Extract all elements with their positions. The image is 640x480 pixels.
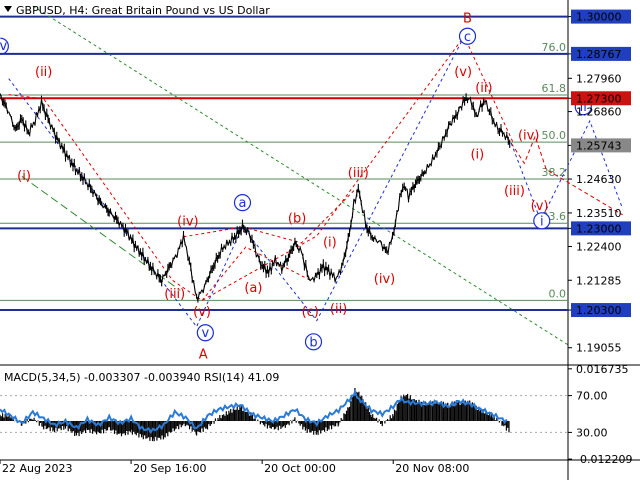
wave-label-21: (iv): [518, 129, 539, 144]
wave-label-18: (v): [454, 65, 472, 80]
y-tick-label-12: 1.19055: [576, 342, 622, 355]
y-tick-label-1: 1.28767: [576, 48, 622, 61]
y-tick-label-7: 1.23510: [576, 207, 622, 220]
wave-label-20: (i): [470, 148, 484, 163]
fib-level-label-5: 0.0: [549, 287, 567, 300]
x-tick-label-2: 20 Oct 00:00: [264, 462, 336, 475]
wave-label-17: c: [464, 30, 471, 45]
y-tick-label-8: 1.23000: [576, 222, 622, 235]
wave-label-10: (c): [302, 305, 319, 320]
ind-tick-label-2: 30.00: [576, 426, 608, 439]
x-tick-label-3: 20 Nov 08:00: [395, 462, 469, 475]
y-tick-label-6: 1.24630: [576, 173, 622, 186]
chart-title: GBPUSD, H4: Great Britain Pound vs US Do…: [16, 4, 270, 17]
y-tick-label-3: 1.27300: [576, 92, 622, 105]
y-tick-label-2: 1.27960: [576, 72, 622, 85]
wave-label-15: (iv): [374, 272, 395, 287]
fib-level-label-2: 50.0: [542, 129, 567, 142]
wave-label-19: (ii): [475, 81, 492, 96]
indicator-title: MACD(5,34,5) -0.003307 -0.003940 RSI(14)…: [4, 371, 279, 384]
y-tick-label-9: 1.22400: [576, 241, 622, 254]
wave-label-16: B: [463, 12, 472, 27]
fib-level-label-1: 61.8: [542, 82, 567, 95]
wave-label-22: (iii): [504, 184, 525, 199]
wave-label-6: A: [199, 347, 208, 362]
ind-tick-label-0: 0.016735: [576, 363, 629, 376]
fib-level-label-3: 38.2: [542, 166, 567, 179]
y-tick-label-0: 1.30000: [576, 11, 622, 24]
ind-tick-label-3: -0.012209: [576, 453, 632, 466]
wave-label-12: b: [309, 335, 317, 350]
wave-label-4: (v): [193, 305, 211, 320]
wave-label-7: a: [239, 196, 247, 211]
wave-label-5: v: [202, 326, 210, 341]
wave-label-1: (i): [17, 169, 31, 184]
y-tick-label-4: 1.26860: [576, 106, 622, 119]
wave-label-9: (b): [288, 211, 306, 226]
wave-label-2: (iv): [177, 214, 198, 229]
price-chart: 76.061.850.038.223.60.0(ii)(i)(iv)(iii)(…: [0, 0, 640, 480]
y-tick-label-5: 1.25743: [576, 139, 622, 152]
y-tick-label-11: 1.20300: [576, 304, 622, 317]
ind-tick-label-1: 70.00: [576, 390, 608, 403]
wave-label-edge: v: [0, 39, 8, 54]
wave-label-14: (iii): [348, 166, 369, 181]
wave-label-8: (a): [244, 281, 262, 296]
wave-label-23: (v): [531, 199, 549, 214]
x-tick-label-1: 20 Sep 16:00: [133, 462, 206, 475]
wave-label-11: (ii): [330, 302, 347, 317]
x-tick-label-0: 22 Aug 2023: [2, 462, 72, 475]
wave-label-0: (ii): [35, 65, 52, 80]
y-tick-label-10: 1.21285: [576, 274, 622, 287]
fib-level-label-0: 76.0: [542, 41, 567, 54]
wave-label-24: i: [540, 214, 544, 229]
wave-label-13: (i): [323, 235, 337, 250]
wave-label-3: (iii): [164, 287, 185, 302]
